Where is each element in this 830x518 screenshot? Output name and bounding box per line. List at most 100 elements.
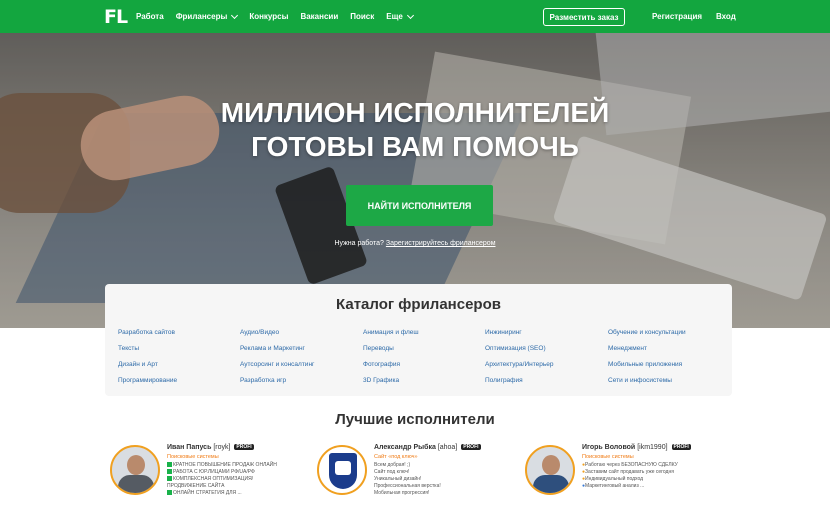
performer-name-row: Игорь Воловой [ikm1990] PROFI xyxy=(582,444,732,451)
find-freelancer-button[interactable]: НАЙТИ ИСПОЛНИТЕЛЯ xyxy=(346,185,493,226)
catalog-link[interactable]: Сети и инфосистемы xyxy=(608,376,728,386)
fl-logo[interactable]: FL xyxy=(104,6,128,28)
description-text: КОМПЛЕКСНАЯ ОПТИМИЗАЦИЯ/ xyxy=(173,476,254,482)
hero-title-line: МИЛЛИОН ИСПОЛНИТЕЛЕЙ xyxy=(220,97,610,128)
performer-description: ●Работаю через БЕЗОПАСНУЮ СДЕЛКУ ●Застав… xyxy=(582,462,732,490)
performer-card[interactable]: Игорь Воловой [ikm1990] PROFI Поисковые … xyxy=(525,441,725,511)
avatar-body-shape xyxy=(533,475,569,493)
catalog-link[interactable]: Разработка сайтов xyxy=(118,328,240,338)
performer-card[interactable]: Александр Рыбка [ahoa] PROFI Сайт «под к… xyxy=(317,441,517,511)
nav-link-vacancies[interactable]: Вакансии xyxy=(300,12,338,21)
catalog-grid: Разработка сайтов Аудио/Видео Анимация и… xyxy=(118,328,728,386)
checkmark-icon xyxy=(167,469,172,474)
best-performers-title: Лучшие исполнители xyxy=(335,411,495,428)
description-line: ●Работаю через БЕЗОПАСНУЮ СДЕЛКУ xyxy=(582,462,732,469)
description-text: Работаю через БЕЗОПАСНУЮ СДЕЛКУ xyxy=(585,462,678,468)
description-text: Заставим сайт продавать уже сегодня xyxy=(585,469,674,475)
catalog-link[interactable]: Аудио/Видео xyxy=(240,328,363,338)
performer-name-row: Иван Папусь [royk] PROFI xyxy=(167,444,317,451)
freelancer-catalog: Каталог фрилансеров Разработка сайтов Ау… xyxy=(105,284,732,396)
catalog-title: Каталог фрилансеров xyxy=(336,296,501,313)
register-link[interactable]: Регистрация xyxy=(652,12,702,21)
nav-links: Работа Фрилансеры Конкурсы Вакансии Поис… xyxy=(136,11,414,21)
catalog-link[interactable]: Инжиниринг xyxy=(485,328,608,338)
catalog-link[interactable]: 3D Графика xyxy=(363,376,485,386)
description-text: ПРОДВИЖЕНИЕ САЙТА xyxy=(167,483,225,489)
description-text: РАБОТА С ЮР.ЛИЦАМИ РФ/UA/РФ xyxy=(173,469,255,475)
chevron-down-icon xyxy=(406,11,414,19)
nav-link-work[interactable]: Работа xyxy=(136,12,164,21)
performer-info: Иван Папусь [royk] PROFI Поисковые систе… xyxy=(167,444,317,497)
checkmark-icon xyxy=(167,476,172,481)
description-line: ПРОДВИЖЕНИЕ САЙТА xyxy=(167,483,317,490)
performer-name[interactable]: Иван Папусь xyxy=(167,444,211,451)
performer-login: [ahoa] xyxy=(437,444,458,451)
description-line: ●Маркетинговый анализ ... xyxy=(582,483,732,490)
nav-link-label: Поиск xyxy=(350,12,375,21)
avatar[interactable] xyxy=(110,445,160,495)
checkmark-icon xyxy=(167,490,172,495)
nav-link-freelancers[interactable]: Фрилансеры xyxy=(175,11,239,21)
performer-name[interactable]: Александр Рыбка xyxy=(374,444,436,451)
description-line: Всем добрая! ;) xyxy=(374,462,411,468)
profi-badge: PROFI xyxy=(461,444,481,450)
performer-name[interactable]: Игорь Воловой xyxy=(582,444,635,451)
performer-name-row: Александр Рыбка [ahoa] PROFI xyxy=(374,444,524,451)
avatar-head-shape xyxy=(542,455,560,475)
checkmark-icon xyxy=(167,462,172,467)
description-text: КРАТНОЕ ПОВЫШЕНИЕ ПРОДАЖ ОНЛАЙН xyxy=(173,462,277,468)
catalog-link[interactable]: Дизайн и Арт xyxy=(118,360,240,370)
description-text: Индивидуальный подход xyxy=(585,476,644,482)
description-text: Маркетинговый анализ ... xyxy=(585,483,645,489)
performer-info: Александр Рыбка [ahoa] PROFI Сайт «под к… xyxy=(374,444,524,497)
catalog-link[interactable]: Полиграфия xyxy=(485,376,608,386)
avatar[interactable] xyxy=(525,445,575,495)
nav-link-label: Конкурсы xyxy=(249,12,289,21)
catalog-link[interactable]: Аутсорсинг и консалтинг xyxy=(240,360,363,370)
catalog-link[interactable]: Тексты xyxy=(118,344,240,354)
nav-link-label: Еще xyxy=(386,12,403,21)
post-order-button[interactable]: Разместить заказ xyxy=(543,8,625,26)
catalog-link[interactable]: Архитектура/Интерьер xyxy=(485,360,608,370)
description-text: ОНЛАЙН СТРАТЕГИЯ ДЛЯ ... xyxy=(173,490,242,496)
catalog-link[interactable]: Переводы xyxy=(363,344,485,354)
performer-category[interactable]: Сайт «под ключ» xyxy=(374,454,524,460)
nav-link-search[interactable]: Поиск xyxy=(350,12,374,21)
top-navigation: FL Работа Фрилансеры Конкурсы Вакансии П… xyxy=(0,0,830,33)
register-freelancer-link[interactable]: Зарегистрируйтесь фрилансером xyxy=(386,240,496,247)
catalog-link[interactable]: Разработка игр xyxy=(240,376,363,386)
catalog-link[interactable]: Анимация и флеш xyxy=(363,328,485,338)
chevron-down-icon xyxy=(231,11,239,19)
description-line: КОМПЛЕКСНАЯ ОПТИМИЗАЦИЯ/ xyxy=(167,476,317,483)
avatar-crest-inner xyxy=(335,461,351,475)
nav-link-label: Фрилансеры xyxy=(175,12,228,21)
catalog-link[interactable]: Реклама и Маркетинг xyxy=(240,344,363,354)
nav-link-contests[interactable]: Конкурсы xyxy=(249,12,288,21)
profi-badge: PROFI xyxy=(234,444,254,450)
avatar[interactable] xyxy=(317,445,367,495)
description-line: ОНЛАЙН СТРАТЕГИЯ ДЛЯ ... xyxy=(167,490,317,497)
login-link[interactable]: Вход xyxy=(716,12,736,21)
catalog-link[interactable]: Фотография xyxy=(363,360,485,370)
hero-subtext-label: Нужна работа? xyxy=(334,240,384,247)
performer-description: КРАТНОЕ ПОВЫШЕНИЕ ПРОДАЖ ОНЛАЙН РАБОТА С… xyxy=(167,462,317,497)
nav-link-label: Вакансии xyxy=(300,12,339,21)
nav-link-more[interactable]: Еще xyxy=(386,11,414,21)
description-line: Профессиональная верстка! xyxy=(374,483,441,489)
catalog-link[interactable]: Менеджмент xyxy=(608,344,728,354)
performer-category[interactable]: Поисковые системы xyxy=(582,454,732,460)
profi-badge: PROFI xyxy=(671,444,691,450)
catalog-link[interactable]: Программирование xyxy=(118,376,240,386)
avatar-head-shape xyxy=(127,455,145,475)
description-line: Мобильная прогрессия! xyxy=(374,490,430,496)
catalog-link[interactable]: Обучение и консультации xyxy=(608,328,728,338)
performer-login: [royk] xyxy=(213,444,231,451)
nav-link-label: Работа xyxy=(136,12,164,21)
description-line: ●Заставим сайт продавать уже сегодня xyxy=(582,469,732,476)
catalog-link[interactable]: Оптимизация (SEO) xyxy=(485,344,608,354)
description-line: КРАТНОЕ ПОВЫШЕНИЕ ПРОДАЖ ОНЛАЙН xyxy=(167,462,317,469)
performer-card[interactable]: Иван Папусь [royk] PROFI Поисковые систе… xyxy=(110,441,310,511)
catalog-link[interactable]: Мобильные приложения xyxy=(608,360,728,370)
performer-category[interactable]: Поисковые системы xyxy=(167,454,317,460)
description-line: ●Индивидуальный подход xyxy=(582,476,732,483)
